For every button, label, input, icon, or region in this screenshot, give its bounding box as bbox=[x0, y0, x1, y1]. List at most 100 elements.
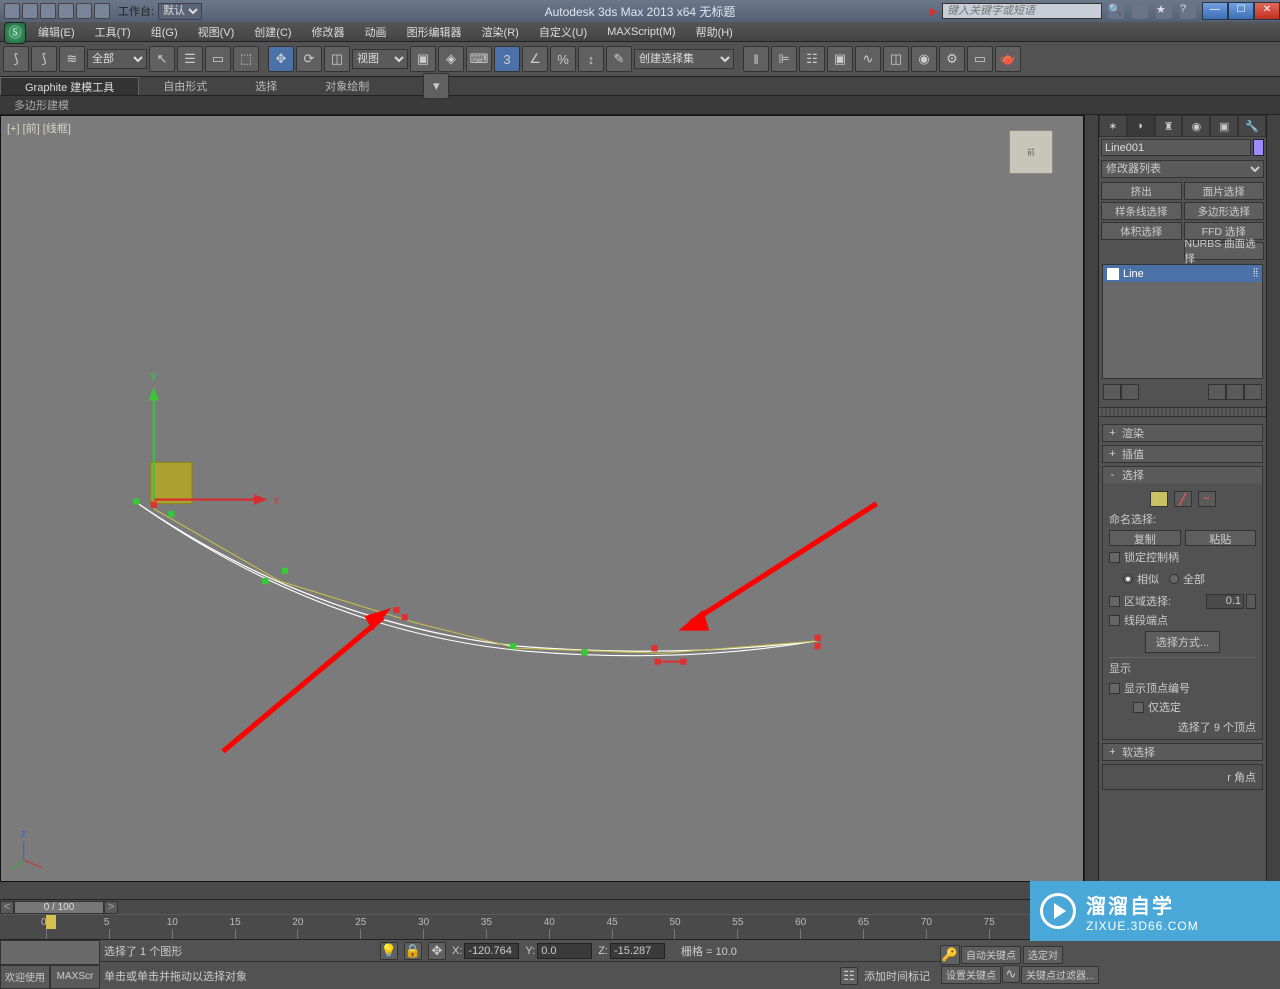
create-tab-icon[interactable]: ✶ bbox=[1099, 115, 1127, 137]
remove-mod-icon[interactable] bbox=[1226, 384, 1244, 400]
set-key-button[interactable]: 设置关键点 bbox=[941, 966, 1001, 984]
menu-animation[interactable]: 动画 bbox=[355, 24, 397, 40]
add-time-tag[interactable]: 添加时间标记 bbox=[864, 968, 930, 984]
manip-icon[interactable]: ◈ bbox=[438, 46, 464, 72]
show-end-result-icon[interactable] bbox=[1121, 384, 1139, 400]
auto-key-button[interactable]: 自动关键点 bbox=[961, 946, 1021, 964]
object-color-swatch[interactable] bbox=[1253, 139, 1264, 156]
hierarchy-tab-icon[interactable]: ♜ bbox=[1155, 115, 1183, 137]
layer-manager-icon[interactable]: ☷ bbox=[799, 46, 825, 72]
qat-undo-icon[interactable] bbox=[58, 3, 74, 19]
panel-scrollbar[interactable] bbox=[1266, 115, 1280, 882]
viewport-scrollbar[interactable] bbox=[1084, 115, 1098, 882]
time-slider-handle[interactable]: 0 / 100 bbox=[14, 901, 104, 914]
mod-btn-spline[interactable]: 样条线选择 bbox=[1101, 202, 1182, 220]
seg-end-checkbox[interactable] bbox=[1109, 615, 1120, 626]
area-select-checkbox[interactable] bbox=[1109, 596, 1120, 607]
display-tab-icon[interactable]: ▣ bbox=[1210, 115, 1238, 137]
search-input[interactable] bbox=[942, 3, 1102, 19]
object-name-input[interactable] bbox=[1101, 139, 1251, 156]
show-vert-num-checkbox[interactable] bbox=[1109, 683, 1120, 694]
selection-lock-icon[interactable]: 🔒 bbox=[404, 942, 422, 960]
motion-tab-icon[interactable]: ◉ bbox=[1182, 115, 1210, 137]
maxscript-cell[interactable]: MAXScr bbox=[50, 965, 100, 989]
mod-btn-nurbs[interactable]: NURBS 曲面选择 bbox=[1184, 242, 1265, 260]
segment-subobj-icon[interactable]: ╱ bbox=[1174, 491, 1192, 507]
favorites-icon[interactable]: ★ bbox=[1156, 3, 1172, 19]
rollout-interp[interactable]: +插值 bbox=[1102, 445, 1263, 463]
corner-type[interactable]: r 角点 bbox=[1227, 772, 1256, 784]
app-menu-button[interactable]: Ⓢ bbox=[4, 22, 26, 44]
help-icon[interactable]: ? bbox=[1180, 3, 1196, 19]
paste-button[interactable]: 粘贴 bbox=[1185, 530, 1257, 546]
modify-tab-icon[interactable]: ◗ bbox=[1127, 115, 1155, 137]
y-coord-input[interactable] bbox=[537, 943, 592, 959]
stack-expand-icon[interactable]: ▣ bbox=[1107, 268, 1119, 280]
select-by-name-icon[interactable]: ☰ bbox=[177, 46, 203, 72]
minimize-button[interactable]: — bbox=[1202, 2, 1228, 20]
panel-drag-handle[interactable] bbox=[1099, 407, 1266, 417]
render-setup-icon[interactable]: ⚙ bbox=[939, 46, 965, 72]
lock-selection-icon[interactable]: 💡 bbox=[380, 942, 398, 960]
scale-icon[interactable]: ◫ bbox=[324, 46, 350, 72]
bind-space-warp-icon[interactable]: ≋ bbox=[59, 46, 85, 72]
area-value-input[interactable] bbox=[1206, 594, 1244, 609]
menu-maxscript[interactable]: MAXScript(M) bbox=[597, 26, 685, 38]
utilities-tab-icon[interactable]: 🔧 bbox=[1238, 115, 1266, 137]
schematic-view-icon[interactable]: ◫ bbox=[883, 46, 909, 72]
abs-rel-icon[interactable]: ✥ bbox=[428, 942, 446, 960]
graphite-toggle-icon[interactable]: ▣ bbox=[827, 46, 853, 72]
maximize-button[interactable]: ☐ bbox=[1228, 2, 1254, 20]
menu-create[interactable]: 创建(C) bbox=[244, 24, 301, 40]
render-frame-icon[interactable]: ▭ bbox=[967, 46, 993, 72]
named-selection-sets[interactable]: 创建选择集 bbox=[634, 49, 734, 69]
mirror-icon[interactable]: ‖ bbox=[743, 46, 769, 72]
search-icon[interactable]: 🔍 bbox=[1108, 3, 1124, 19]
menu-graph[interactable]: 图形编辑器 bbox=[397, 24, 472, 40]
pin-stack-icon[interactable] bbox=[1103, 384, 1121, 400]
select-by-button[interactable]: 选择方式... bbox=[1145, 631, 1220, 653]
mod-btn-patch[interactable]: 面片选择 bbox=[1184, 182, 1265, 200]
time-slider-right[interactable]: > bbox=[104, 901, 118, 914]
select-region-icon[interactable]: ▭ bbox=[205, 46, 231, 72]
vertex-subobj-icon[interactable]: ⋮ bbox=[1150, 491, 1168, 507]
workspace-select[interactable]: 默认 bbox=[158, 3, 202, 20]
make-unique-icon[interactable] bbox=[1208, 384, 1226, 400]
spinner-snap-icon[interactable]: ↕ bbox=[578, 46, 604, 72]
mod-btn-extrude[interactable]: 挤出 bbox=[1101, 182, 1182, 200]
material-editor-icon[interactable]: ◉ bbox=[911, 46, 937, 72]
x-coord-input[interactable] bbox=[464, 943, 519, 959]
rollout-soft[interactable]: +软选择 bbox=[1102, 743, 1263, 761]
menu-tools[interactable]: 工具(T) bbox=[85, 24, 141, 40]
only-selected-checkbox[interactable] bbox=[1133, 702, 1144, 713]
align-icon[interactable]: ⊫ bbox=[771, 46, 797, 72]
time-slider-left[interactable]: < bbox=[0, 901, 14, 914]
snap-toggle-icon[interactable]: 3 bbox=[494, 46, 520, 72]
ribbon-tab-graphite[interactable]: Graphite 建模工具 bbox=[0, 77, 139, 95]
menu-modifiers[interactable]: 修改器 bbox=[302, 24, 355, 40]
qat-open-icon[interactable] bbox=[22, 3, 38, 19]
comm-center-icon[interactable] bbox=[1132, 3, 1148, 19]
comm-icon[interactable]: ☷ bbox=[840, 967, 858, 985]
key-mode-icon[interactable]: 🔑 bbox=[940, 945, 960, 965]
edit-named-sel-icon[interactable]: ✎ bbox=[606, 46, 632, 72]
welcome-cell[interactable]: 欢迎使用 bbox=[0, 965, 50, 989]
close-button[interactable]: ✕ bbox=[1254, 2, 1280, 20]
mod-btn-volume[interactable]: 体积选择 bbox=[1101, 222, 1182, 240]
curve-editor-icon[interactable]: ∿ bbox=[855, 46, 881, 72]
window-crossing-icon[interactable]: ⬚ bbox=[233, 46, 259, 72]
lock-handles-checkbox[interactable] bbox=[1109, 552, 1120, 563]
ribbon-tab-paint[interactable]: 对象绘制 bbox=[301, 77, 393, 95]
similar-radio[interactable] bbox=[1123, 574, 1133, 584]
time-marker[interactable] bbox=[46, 915, 56, 929]
z-coord-input[interactable] bbox=[610, 943, 665, 959]
configure-sets-icon[interactable] bbox=[1244, 384, 1262, 400]
menu-render[interactable]: 渲染(R) bbox=[472, 24, 529, 40]
ribbon-tab-select[interactable]: 选择 bbox=[231, 77, 301, 95]
modifier-stack[interactable]: ▣ Line ⦙⦙ bbox=[1102, 264, 1263, 379]
menu-customize[interactable]: 自定义(U) bbox=[529, 24, 597, 40]
angle-snap-icon[interactable]: ∠ bbox=[522, 46, 548, 72]
menu-help[interactable]: 帮助(H) bbox=[686, 24, 743, 40]
qat-save-icon[interactable] bbox=[40, 3, 56, 19]
qat-new-icon[interactable] bbox=[4, 3, 20, 19]
